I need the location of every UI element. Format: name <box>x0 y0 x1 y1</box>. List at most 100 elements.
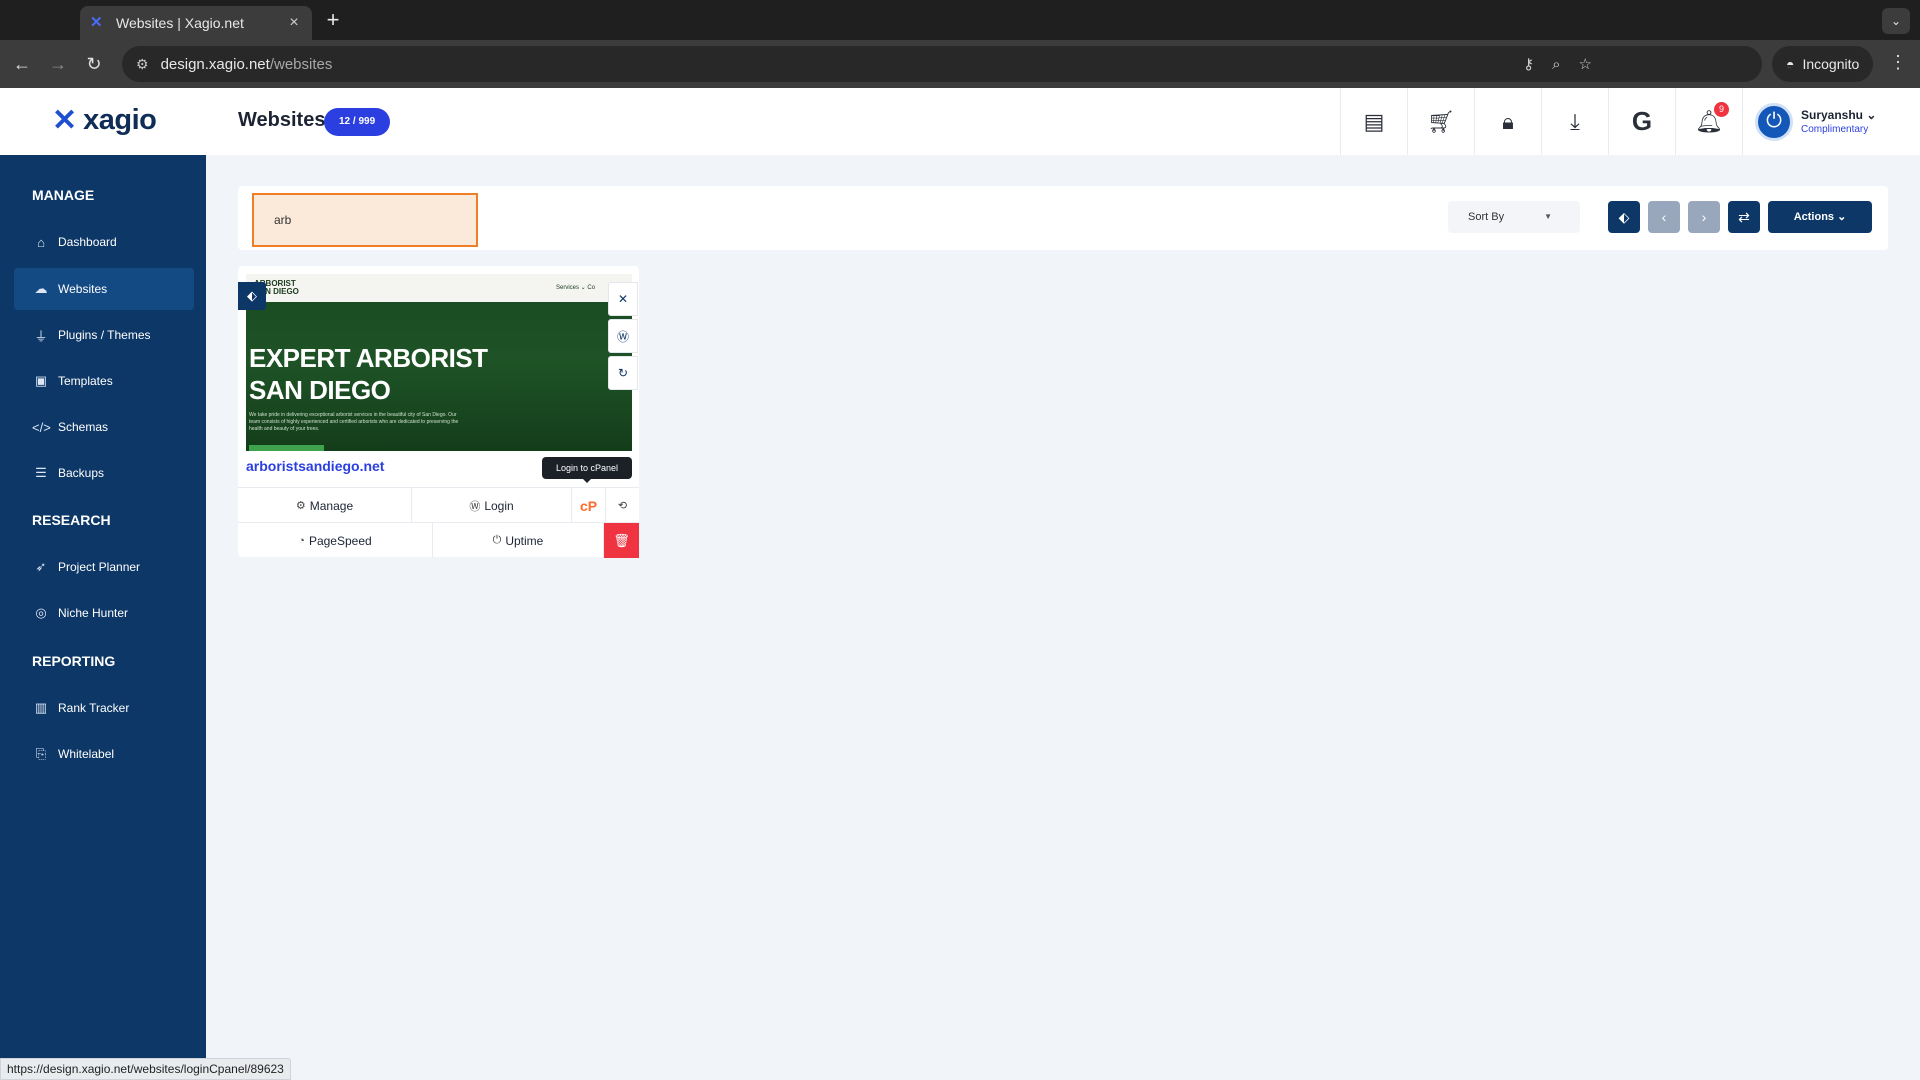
cpanel-tooltip: Login to cPanel <box>542 457 632 483</box>
delete-button[interactable]: 🗑︎ <box>604 523 639 558</box>
download-icon[interactable]: ⤓ <box>1541 88 1608 155</box>
history-button[interactable]: ⟲ <box>606 488 639 523</box>
bookmark-icon: ⎘ <box>35 746 47 761</box>
xagio-logo-mark-icon: ✕ <box>52 103 78 137</box>
sidebar-item-whitelabel[interactable]: ⎘ Whitelabel <box>14 733 194 775</box>
thumbnail-headline: EXPERT ARBORIST SAN DIEGO <box>249 343 488 405</box>
code-icon: </> <box>32 419 51 435</box>
chevron-left-icon: ‹ <box>1661 209 1667 225</box>
thumbnail-nav: Services ⌄ Co <box>556 285 596 291</box>
tab-search-chevron-icon[interactable]: ⌄ <box>1882 8 1910 34</box>
sidebar-item-plugins-themes[interactable]: ⏚ Plugins / Themes <box>14 314 194 356</box>
tag-icon: ⬖ <box>1618 208 1630 225</box>
browser-toolbar: ← → ↻ ⚙ design.xagio.net/websites ⚷ ⌕ ☆ <box>0 40 1920 88</box>
home-icon: ⌂ <box>37 234 45 250</box>
wordpress-icon[interactable]: Ⓦ <box>608 319 638 353</box>
power-icon: ⏻ <box>492 534 502 546</box>
incognito-icon: ◓ <box>1786 56 1795 72</box>
lock-icon[interactable]: 🔒︎ <box>1474 88 1541 155</box>
key-icon[interactable]: ⚷ <box>1523 55 1534 73</box>
tag-filter-button[interactable]: ⬖ <box>1608 201 1640 233</box>
browser-menu-icon[interactable]: ⋮ <box>1888 52 1908 73</box>
card-actions-row-2: ◔ PageSpeed ⏻ Uptime 🗑︎ <box>238 522 639 558</box>
website-card: ARBORIST SAN DIEGO Services ⌄ Co EXPERT A… <box>238 266 639 558</box>
address-bar[interactable]: ⚙ design.xagio.net/websites ⚷ ⌕ ☆ <box>122 46 1762 82</box>
sidebar-item-dashboard[interactable]: ⌂ Dashboard <box>14 221 194 263</box>
card-side-tools: ✕ Ⓦ ↻ <box>608 282 638 393</box>
thumbnail-site-header: ARBORIST SAN DIEGO Services ⌄ Co <box>246 274 632 302</box>
incognito-label: Incognito <box>1802 56 1860 72</box>
history-icon: ⟲ <box>617 500 628 512</box>
wp-login-button[interactable]: Ⓦ Login <box>412 488 572 523</box>
sidebar-section-reporting: REPORTING <box>32 653 116 669</box>
image-icon: ▣ <box>34 373 48 388</box>
cpanel-login-button[interactable]: cP <box>572 488 606 523</box>
sync-icon: ⇄ <box>1738 208 1750 225</box>
database-icon: ☰ <box>35 465 47 480</box>
news-icon[interactable]: ▤ <box>1340 88 1407 155</box>
prev-page-button[interactable]: ‹ <box>1648 201 1680 233</box>
website-count-badge: 12 / 999 <box>324 108 391 136</box>
page-title: Websites <box>238 109 326 131</box>
sidebar-item-project-planner[interactable]: ➶ Project Planner <box>14 546 194 588</box>
search-input[interactable] <box>252 193 478 247</box>
star-icon[interactable]: ☆ <box>1579 55 1592 73</box>
plug-icon: ⏚ <box>34 328 48 344</box>
tag-icon[interactable]: ⬖ <box>238 282 266 310</box>
thumbnail-cta <box>249 445 324 451</box>
user-plan: Complimentary <box>1801 124 1869 135</box>
website-domain-link[interactable]: arboristsandiego.net <box>246 458 384 474</box>
reload-icon[interactable]: ↻ <box>82 52 106 76</box>
browser-tab[interactable]: ✕ Websites | Xagio.net × <box>80 6 312 40</box>
cloud-icon: ☁ <box>34 281 48 296</box>
wordpress-icon: Ⓦ <box>469 500 481 513</box>
chevron-down-icon: ⌄ <box>1866 108 1877 122</box>
back-icon[interactable]: ← <box>10 52 34 76</box>
sidebar: MANAGE ⌂ Dashboard ☁ Websites ⏚ Plugins / T… <box>0 155 206 1080</box>
sidebar-section-research: RESEARCH <box>32 512 111 528</box>
forward-icon[interactable]: → <box>46 52 70 76</box>
actions-dropdown[interactable]: Actions ⌄ <box>1768 201 1872 233</box>
xagio-plugin-icon[interactable]: ✕ <box>608 282 638 316</box>
sidebar-item-backups[interactable]: ☰ Backups <box>14 452 194 494</box>
cart-icon[interactable]: 🛒︎ <box>1407 88 1474 155</box>
google-icon[interactable]: G <box>1608 88 1675 155</box>
tab-title: Websites | Xagio.net <box>116 15 244 31</box>
browser-tabbar: ✕ Websites | Xagio.net × + ⌄ <box>0 0 1920 40</box>
sidebar-item-niche-hunter[interactable]: ◎ Niche Hunter <box>14 592 194 634</box>
card-actions-row-1: ⚙ Manage Ⓦ Login cP ⟲ <box>238 487 639 523</box>
xagio-logo[interactable]: ✕ xagio <box>52 103 157 137</box>
sync-button[interactable]: ⇄ <box>1728 201 1760 233</box>
manage-button[interactable]: ⚙ Manage <box>238 488 412 523</box>
sidebar-item-schemas[interactable]: </> Schemas <box>14 406 194 448</box>
user-menu[interactable]: ⏻ Suryanshu ⌄ Complimentary <box>1742 88 1920 155</box>
sidebar-item-rank-tracker[interactable]: ▥ Rank Tracker <box>14 687 194 729</box>
app-header: ✕ xagio Websites 12 / 999 ▤ 🛒︎ 🔒︎ ⤓ G 🔔︎… <box>0 88 1920 155</box>
thumbnail-body-text: We take pride in delivering exceptional … <box>249 412 459 432</box>
refresh-icon[interactable]: ↻ <box>608 356 638 390</box>
sidebar-item-templates[interactable]: ▣ Templates <box>14 360 194 402</box>
bar-chart-icon: ▥ <box>34 700 48 715</box>
sidebar-item-websites[interactable]: ☁ Websites <box>14 268 194 310</box>
incognito-badge[interactable]: ◓ Incognito <box>1772 46 1874 82</box>
rocket-icon: ➶ <box>35 559 47 574</box>
bell-icon[interactable]: 🔔︎ 9 <box>1675 88 1742 155</box>
filter-bar: Sort By ▼ ⬖ ‹ › ⇄ Actions ⌄ <box>238 186 1888 250</box>
site-info-icon[interactable]: ⚙ <box>136 56 149 73</box>
close-tab-icon[interactable]: × <box>286 14 302 32</box>
next-page-button[interactable]: › <box>1688 201 1720 233</box>
sort-by-dropdown[interactable]: Sort By ▼ <box>1448 201 1580 233</box>
cpanel-icon: cP <box>579 497 598 514</box>
notification-count-badge: 9 <box>1714 102 1729 117</box>
website-thumbnail[interactable]: ARBORIST SAN DIEGO Services ⌄ Co EXPERT A… <box>246 274 632 451</box>
chevron-down-icon: ⌄ <box>1837 211 1847 223</box>
caret-down-icon: ▼ <box>1544 212 1552 221</box>
zoom-icon[interactable]: ⌕ <box>1552 56 1560 73</box>
speedometer-icon: ◔ <box>298 534 305 547</box>
new-tab-icon[interactable]: + <box>320 8 346 34</box>
trash-icon: 🗑︎ <box>613 532 630 548</box>
chevron-right-icon: › <box>1701 209 1707 225</box>
gear-icon: ⚙ <box>295 500 306 512</box>
uptime-button[interactable]: ⏻ Uptime <box>433 523 604 558</box>
pagespeed-button[interactable]: ◔ PageSpeed <box>238 523 433 558</box>
